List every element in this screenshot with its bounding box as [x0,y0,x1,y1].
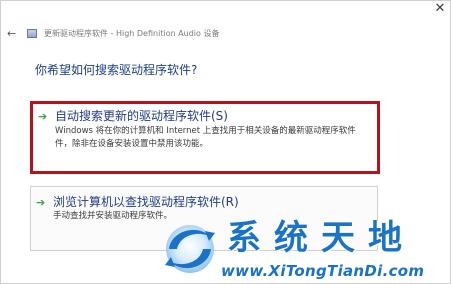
auto-search-description-line-2: 件，除非在设备安装设置中禁用该功能。 [55,139,209,149]
watermark-url: www.XiTongTianDi.com [221,262,425,280]
auto-search-title[interactable]: 自动搜索更新的驱动程序软件(S) [55,108,228,124]
swirl-logo-icon [165,225,215,273]
site-watermark: 系统天地 www.XiTongTianDi.com [161,215,451,284]
window-title: 更新驱动程序软件 - High Definition Audio 设备 [44,29,220,38]
browse-computer-description: 手动查找并安装驱动程序软件。 [53,210,172,223]
update-driver-window: ✕ ← 更新驱动程序软件 - High Definition Audio 设备 … [0,0,451,284]
auto-search-option[interactable]: ➔ 自动搜索更新的驱动程序软件(S) Windows 将在你的计算机和 Inte… [30,101,380,174]
watermark-title: 系统天地 [227,218,415,258]
navigation-bar: ← 更新驱动程序软件 - High Definition Audio 设备 [1,25,451,45]
auto-search-description: Windows 将在你的计算机和 Internet 上查找用于相关设备的最新驱动… [55,125,356,151]
browse-computer-title[interactable]: 浏览计算机以查找驱动程序软件(R) [53,194,239,210]
close-button[interactable]: ✕ [432,1,448,17]
page-heading: 你希望如何搜索驱动程序软件? [35,63,198,77]
green-arrow-icon: ➔ [36,196,46,209]
browse-computer-description-line-1: 手动查找并安装驱动程序软件。 [53,211,173,221]
title-bar: ✕ [1,1,451,25]
auto-search-description-line-1: Windows 将在你的计算机和 Internet 上查找用于相关设备的最新驱动… [55,126,356,136]
back-button[interactable]: ← [7,26,16,42]
device-manager-icon [27,29,37,38]
green-arrow-icon: ➔ [38,110,48,123]
